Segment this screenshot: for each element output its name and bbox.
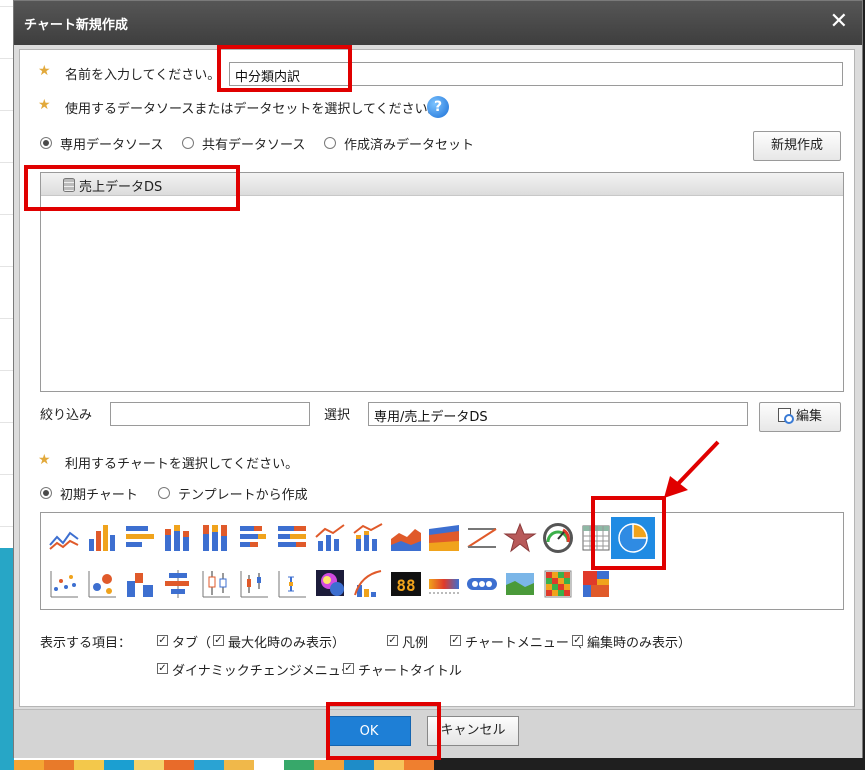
step-chart-icon[interactable] — [123, 567, 157, 601]
radar-chart-icon[interactable] — [503, 521, 537, 555]
highlight-pie-chart — [591, 496, 666, 570]
radio-default-chart[interactable] — [40, 487, 52, 499]
treemap-icon[interactable] — [579, 567, 613, 601]
error-bar-icon[interactable] — [275, 567, 309, 601]
background-accent-bar — [0, 548, 14, 770]
map-chart-icon[interactable] — [313, 567, 347, 601]
arrow-annotation-icon — [664, 440, 720, 498]
selection-field: 専用/売上データDS — [368, 402, 748, 426]
selection-label: 選択 — [324, 408, 351, 423]
star-icon: ★ — [38, 97, 51, 113]
heatmap-icon[interactable] — [541, 567, 575, 601]
range-bar-icon[interactable] — [161, 567, 195, 601]
checkbox-chart-title[interactable]: ✓ — [343, 663, 354, 674]
checkbox-edit-only-label: 編集時のみ表示） — [587, 636, 692, 651]
checkbox-tab[interactable]: ✓ — [157, 635, 168, 646]
checkbox-legend[interactable]: ✓ — [387, 635, 398, 646]
highlight-datasource — [24, 165, 240, 211]
checkbox-edit-only[interactable]: ✓ — [572, 635, 583, 646]
highlight-name-input — [217, 45, 352, 92]
radio-existing-dataset[interactable] — [324, 137, 336, 149]
stacked-area-icon[interactable] — [427, 521, 461, 555]
dialog-title: チャート新規作成 — [24, 18, 128, 33]
checkbox-chart-menu-label: チャートメニュー（ — [465, 636, 582, 651]
indicator-icon[interactable] — [465, 567, 499, 601]
column-chart-icon[interactable] — [85, 521, 119, 555]
checkbox-legend-label: 凡例 — [402, 636, 429, 651]
name-label: 名前を入力してください。 — [65, 68, 221, 83]
candlestick-icon[interactable] — [237, 567, 271, 601]
edit-button[interactable]: 編集 — [759, 402, 841, 432]
checkbox-tab-label: タブ（ — [172, 636, 212, 651]
pareto-icon[interactable] — [351, 567, 385, 601]
close-icon[interactable]: ✕ — [830, 10, 848, 34]
source-label: 使用するデータソースまたはデータセットを選択してください。 — [65, 102, 441, 117]
chart-type-palette: 88 — [40, 512, 844, 610]
edit-icon — [777, 408, 794, 424]
filter-input[interactable] — [110, 402, 310, 426]
filter-label: 絞り込み — [40, 408, 93, 423]
stacked-bar-icon[interactable] — [237, 521, 271, 555]
checkbox-dynamic-change-menu-label: ダイナミックチェンジメニュー — [172, 664, 354, 679]
area-chart-icon[interactable] — [389, 521, 423, 555]
checkbox-dynamic-change-menu[interactable]: ✓ — [157, 663, 168, 674]
gauge-icon[interactable] — [541, 521, 575, 555]
dialog-titlebar: チャート新規作成 ✕ — [14, 1, 862, 45]
star-icon: ★ — [38, 63, 51, 79]
bubble-icon[interactable] — [85, 567, 119, 601]
scatter-icon[interactable] — [47, 567, 81, 601]
line-column-icon[interactable] — [313, 521, 347, 555]
background-color-strip — [14, 760, 434, 770]
star-icon: ★ — [38, 452, 51, 468]
checkbox-chart-menu[interactable]: ✓ — [450, 635, 461, 646]
box-plot-icon[interactable] — [199, 567, 233, 601]
line-stacked-column-icon[interactable] — [351, 521, 385, 555]
dialog-content: ★ 名前を入力してください。 中分類内訳 ★ 使用するデータソースまたはデータセ… — [19, 49, 855, 707]
radio-shared-datasource-label[interactable]: 共有データソース — [202, 134, 305, 153]
digital-counter-icon[interactable]: 88 — [389, 567, 423, 601]
checkbox-chart-title-label: チャートタイトル — [358, 664, 462, 679]
gradient-bar-icon[interactable] — [427, 567, 461, 601]
edit-button-label: 編集 — [795, 409, 822, 424]
step-line-icon[interactable] — [465, 521, 499, 555]
highlight-ok-button — [326, 702, 441, 760]
stacked-bar-100-icon[interactable] — [275, 521, 309, 555]
display-items-label: 表示する項目： — [40, 636, 132, 651]
radio-shared-datasource[interactable] — [182, 137, 194, 149]
radio-from-template[interactable] — [158, 487, 170, 499]
checkbox-maximize-only-label: 最大化時のみ表示） — [228, 636, 346, 651]
new-datasource-button[interactable]: 新規作成 — [753, 131, 841, 161]
bar-chart-icon[interactable] — [123, 521, 157, 555]
radio-dedicated-datasource[interactable] — [40, 137, 52, 149]
radio-dedicated-datasource-label[interactable]: 専用データソース — [60, 134, 163, 153]
radio-default-chart-label[interactable]: 初期チャート — [60, 484, 138, 503]
stacked-column-icon[interactable] — [161, 521, 195, 555]
svg-text:88: 88 — [396, 576, 415, 595]
radio-existing-dataset-label[interactable]: 作成済みデータセット — [344, 134, 474, 153]
line-chart-icon[interactable] — [47, 521, 81, 555]
checkbox-maximize-only[interactable]: ✓ — [213, 635, 224, 646]
radio-from-template-label[interactable]: テンプレートから作成 — [178, 484, 308, 503]
stacked-column-100-icon[interactable] — [199, 521, 233, 555]
help-icon[interactable]: ? — [427, 96, 449, 118]
chart-new-dialog: チャート新規作成 ✕ ★ 名前を入力してください。 中分類内訳 ★ 使用するデー… — [13, 0, 863, 758]
image-icon[interactable] — [503, 567, 537, 601]
chart-select-label: 利用するチャートを選択してください。 — [65, 457, 299, 472]
